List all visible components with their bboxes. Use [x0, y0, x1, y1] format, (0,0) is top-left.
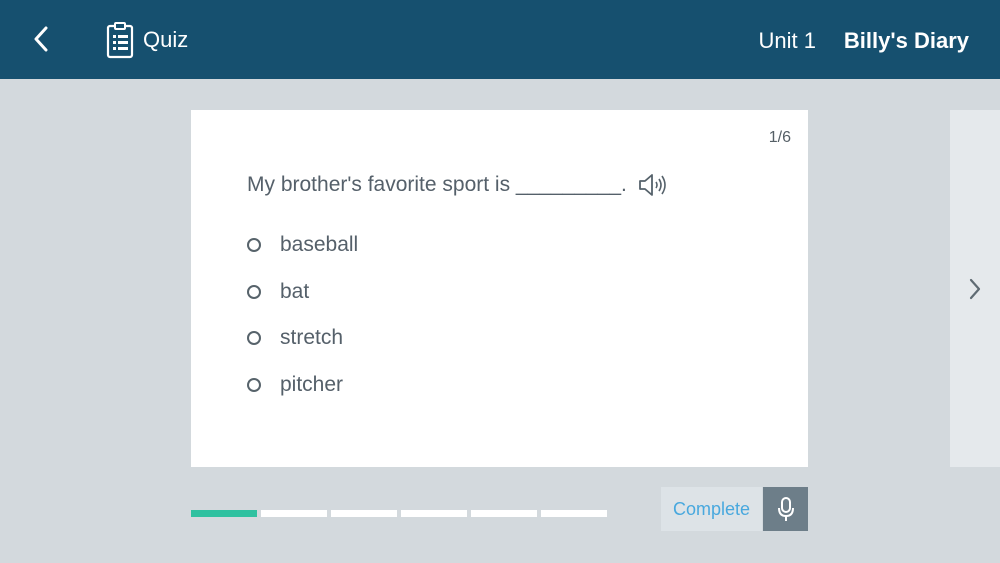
- top-bar: Quiz Unit 1 Billy's Diary: [0, 0, 1000, 79]
- back-button[interactable]: [26, 22, 56, 56]
- question-row: My brother's favorite sport is _________…: [247, 171, 669, 199]
- question-text: My brother's favorite sport is _________…: [247, 173, 627, 196]
- radio-button[interactable]: [247, 238, 261, 253]
- option-label: stretch: [280, 326, 344, 350]
- microphone-button[interactable]: [763, 487, 808, 531]
- complete-button[interactable]: Complete: [661, 487, 762, 531]
- radio-button[interactable]: [247, 377, 261, 392]
- chevron-left-icon: [34, 26, 48, 52]
- option-label: bat: [280, 279, 310, 303]
- answer-options: baseball bat stretch pitcher: [247, 222, 358, 408]
- chevron-right-icon: [969, 278, 981, 299]
- progress-segment: [261, 510, 327, 517]
- answer-option[interactable]: baseball: [247, 222, 358, 269]
- question-card: 1/6 My brother's favorite sport is _____…: [191, 110, 808, 467]
- speaker-icon[interactable]: [637, 171, 669, 199]
- radio-button[interactable]: [247, 284, 261, 299]
- progress-segment: [191, 510, 257, 517]
- quiz-label: Quiz: [143, 27, 189, 52]
- microphone-icon: [777, 497, 794, 521]
- progress-segment: [331, 510, 397, 517]
- radio-button[interactable]: [247, 331, 261, 346]
- progress-segment: [541, 510, 607, 517]
- next-question-button[interactable]: [950, 110, 1000, 467]
- progress-bar: [191, 510, 607, 517]
- clipboard-list-icon: [106, 22, 134, 59]
- lesson-title: Billy's Diary: [843, 28, 969, 53]
- answer-option[interactable]: pitcher: [247, 362, 358, 409]
- question-counter: 1/6: [768, 129, 791, 146]
- option-label: pitcher: [280, 372, 344, 396]
- answer-option[interactable]: stretch: [247, 315, 358, 362]
- option-label: baseball: [280, 233, 359, 257]
- progress-segment: [401, 510, 467, 517]
- answer-option[interactable]: bat: [247, 269, 358, 316]
- unit-label: Unit 1: [758, 28, 816, 53]
- progress-segment: [471, 510, 537, 517]
